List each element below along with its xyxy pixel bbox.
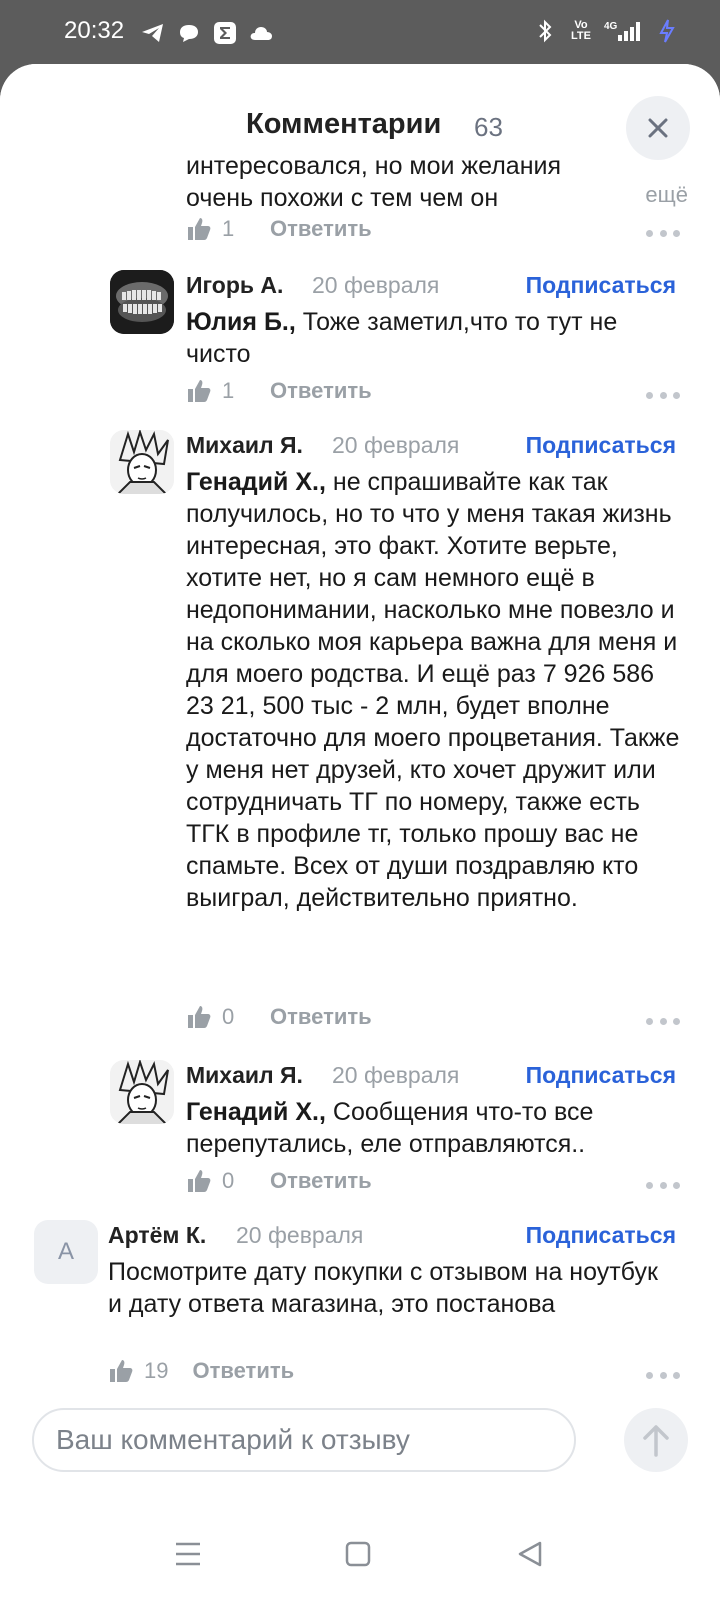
- menu-icon[interactable]: [168, 1534, 208, 1574]
- comment-input-container: [32, 1408, 576, 1472]
- like-count: 0: [222, 1168, 235, 1193]
- like-count: 1: [222, 378, 235, 403]
- more-options-icon[interactable]: [646, 1182, 680, 1190]
- subscribe-button[interactable]: Подписаться: [526, 432, 676, 459]
- reply-button[interactable]: Ответить: [270, 1004, 372, 1030]
- comment-text: Генадий Х., не спрашивайте как так получ…: [186, 468, 680, 912]
- like-count: 19: [144, 1358, 169, 1383]
- subscribe-button[interactable]: Подписаться: [526, 1222, 676, 1249]
- home-square-icon[interactable]: [338, 1534, 378, 1574]
- like-count: 0: [222, 1004, 235, 1029]
- thumb-up-icon[interactable]: [186, 1168, 212, 1194]
- svg-text:4G: 4G: [604, 21, 618, 32]
- system-nav-bar: [0, 1494, 720, 1612]
- reply-button[interactable]: Ответить: [270, 378, 372, 404]
- avatar[interactable]: [110, 430, 174, 494]
- more-options-icon[interactable]: [646, 1372, 680, 1380]
- sheet-header: Комментарии 63: [0, 64, 720, 160]
- reply-button[interactable]: Ответить: [270, 1168, 372, 1194]
- status-right-icons: Vo LTE 4G: [532, 18, 680, 44]
- chat-bubble-icon: [176, 20, 202, 46]
- bluetooth-icon: [532, 18, 558, 44]
- avatar-letter: А: [57, 1238, 74, 1265]
- arrow-up-icon: [643, 1425, 669, 1457]
- comment-actions: 1 Ответить: [186, 376, 372, 406]
- comment-author[interactable]: Михаил Я.: [186, 432, 303, 459]
- comment-actions: 0 Ответить: [186, 1002, 372, 1032]
- like-count: 1: [222, 216, 235, 241]
- subscribe-button[interactable]: Подписаться: [526, 272, 676, 299]
- comment-actions: 0 Ответить: [186, 1166, 372, 1196]
- more-options-icon[interactable]: [646, 230, 680, 238]
- telegram-icon: [140, 20, 166, 46]
- mention[interactable]: Юлия Б.,: [186, 308, 296, 336]
- comment-actions: 1 Ответить: [186, 214, 372, 244]
- status-bar: 20:32 Vo LTE 4G: [0, 0, 720, 64]
- status-time: 20:32: [64, 17, 125, 44]
- close-button[interactable]: [626, 96, 690, 160]
- comment-actions: 19 Ответить: [108, 1356, 294, 1386]
- back-triangle-icon[interactable]: [510, 1534, 550, 1574]
- thumb-up-icon[interactable]: [186, 378, 212, 404]
- thumb-up-icon[interactable]: [108, 1358, 134, 1384]
- reply-button[interactable]: Ответить: [270, 216, 372, 242]
- charging-icon: [654, 18, 680, 44]
- sigma-icon: [212, 20, 238, 46]
- avatar[interactable]: А: [34, 1220, 98, 1284]
- avatar[interactable]: [110, 270, 174, 334]
- more-options-icon[interactable]: [646, 392, 680, 400]
- page-title: Комментарии: [246, 108, 442, 140]
- comment-text: Посмотрите дату покупки с отзывом на ноу…: [108, 1258, 658, 1318]
- thumb-up-icon[interactable]: [186, 1004, 212, 1030]
- comment-author[interactable]: Михаил Я.: [186, 1062, 303, 1089]
- close-icon: [648, 118, 668, 138]
- reply-button[interactable]: Ответить: [192, 1358, 294, 1384]
- mention[interactable]: Генадий Х.,: [186, 1098, 326, 1126]
- comment-date: 20 февраля: [332, 1062, 460, 1088]
- comment-date: 20 февраля: [312, 272, 440, 298]
- comment-date: 20 февраля: [236, 1222, 364, 1248]
- comment-text: Генадий Х., Сообщения что-то все перепут…: [186, 1098, 594, 1158]
- comment-author[interactable]: Игорь А.: [186, 272, 283, 299]
- more-options-icon[interactable]: [646, 1018, 680, 1026]
- thumb-up-icon[interactable]: [186, 216, 212, 242]
- avatar[interactable]: [110, 1060, 174, 1124]
- volte-icon: Vo LTE: [571, 19, 591, 42]
- cloud-icon: [248, 20, 274, 46]
- comments-sheet: интересовался, но мои желания очень похо…: [0, 64, 720, 1612]
- send-button[interactable]: [624, 1408, 688, 1472]
- subscribe-button[interactable]: Подписаться: [526, 1062, 676, 1089]
- status-left-icons: [140, 20, 274, 46]
- comments-count: 63: [474, 112, 503, 142]
- comment-text: интересовался, но мои желания очень похо…: [186, 152, 562, 212]
- comment-input[interactable]: [56, 1424, 574, 1456]
- comment-date: 20 февраля: [332, 432, 460, 458]
- mention[interactable]: Генадий Х.,: [186, 468, 326, 496]
- comment-text: Юлия Б., Тоже заметил,что то тут не чист…: [186, 308, 618, 368]
- comments-list[interactable]: интересовался, но мои желания очень похо…: [0, 64, 720, 1444]
- comment-author[interactable]: Артём К.: [108, 1222, 206, 1249]
- signal-4g-icon: 4G: [604, 18, 644, 44]
- more-link[interactable]: ещё: [645, 182, 688, 208]
